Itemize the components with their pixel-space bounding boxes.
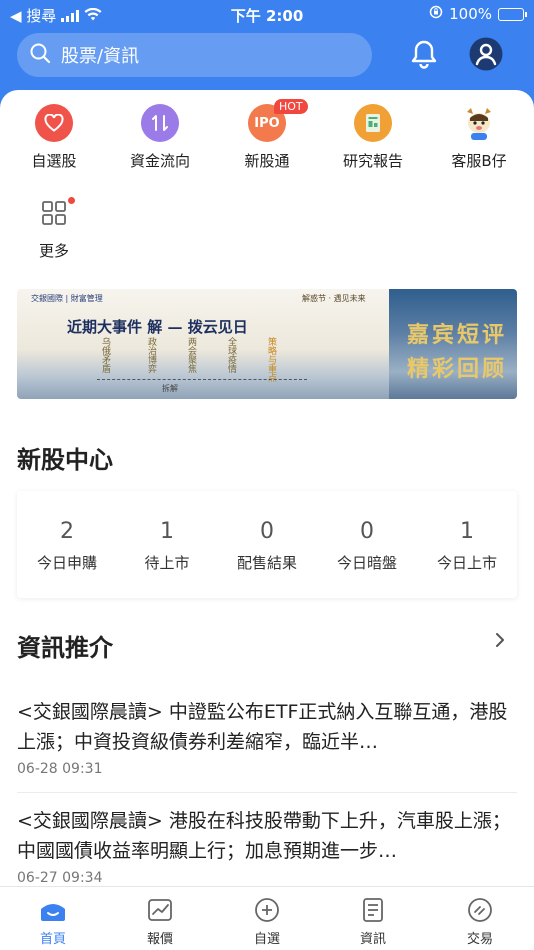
quick-item-label: 更多 (38, 242, 69, 260)
search-placeholder: 股票/資訊 (61, 46, 140, 67)
search-icon (29, 42, 51, 69)
news-item-title: <交銀國際晨讀> 港股在科技股帶動下上升，汽車股上漲；中國國債收益率明顯上行；加… (17, 810, 511, 862)
ipo-stat-value: 0 (260, 519, 274, 544)
quick-item-label: 研究報告 (342, 152, 403, 170)
news-doc-icon (359, 896, 387, 924)
battery-percent: 100% (449, 5, 492, 23)
news-item-title: <交銀國際晨讀> 中證監公布ETF正式納入互聯互通，港股上漲；中資投資級債券利差… (17, 701, 508, 753)
banner-right-panel: 嘉宾短评 精彩回顾 (389, 289, 517, 399)
tab-watchlist[interactable]: 自選 (214, 887, 320, 947)
banner-right-text: 嘉宾短评 (406, 322, 507, 348)
battery-icon (498, 7, 527, 21)
chevron-right-icon[interactable] (494, 630, 506, 655)
banner-topic: 策略与重点 (266, 337, 276, 382)
banner-topic: 乌俄矛盾 (100, 337, 110, 373)
banner-timeline (97, 379, 307, 380)
banner-topic: 两会聚焦 (186, 337, 196, 373)
tab-label: 報價 (146, 932, 173, 947)
promo-banner[interactable]: 交銀國際 | 財富管理 解惑节 · 遇见未来 近期大事件 解 — 拨云见日 乌俄… (17, 289, 517, 399)
news-item[interactable]: <交銀國際晨讀> 港股在科技股帶動下上升，汽車股上漲；中國國債收益率明顯上行；加… (17, 806, 517, 886)
ipo-stat-value: 1 (160, 519, 174, 544)
tab-trade[interactable]: 交易 (427, 887, 533, 947)
banner-topic: 政治博弈 (146, 337, 156, 373)
quick-item-label: 自選股 (31, 152, 77, 170)
quick-item-ipo[interactable]: IPO HOT 新股通 (217, 99, 317, 171)
fund-flow-icon (141, 104, 179, 142)
banner-title: 近期大事件 解 — 拨云见日 (67, 318, 248, 336)
ipo-stat-value: 0 (360, 519, 374, 544)
ipo-stat-label: 今日申購 (36, 554, 97, 572)
banner-brand-right: 解惑节 · 遇见未来 (302, 294, 366, 303)
banner-topic: 全球疫情 (226, 337, 236, 373)
news-section-title: 資訊推介 (17, 634, 113, 662)
ipo-center-title: 新股中心 (17, 446, 113, 474)
search-bar[interactable]: 股票/資訊 (17, 33, 372, 77)
banner-brand: 交銀國際 | 財富管理 (31, 294, 103, 303)
quick-item-label: 客服B仔 (451, 152, 507, 170)
quote-chart-icon (146, 896, 174, 924)
ipo-stat[interactable]: 1 待上市 (117, 491, 217, 573)
orientation-lock-icon (429, 5, 443, 23)
news-divider (17, 792, 517, 793)
tab-quotes[interactable]: 報價 (107, 887, 213, 947)
more-red-dot (68, 197, 75, 204)
tab-news[interactable]: 資訊 (320, 887, 426, 947)
quick-item-label: 資金流向 (129, 152, 190, 170)
ipo-stat[interactable]: 0 今日暗盤 (317, 491, 417, 573)
ipo-stat-value: 2 (60, 519, 74, 544)
tab-label: 首頁 (39, 932, 66, 947)
quick-item-more[interactable]: 更多 (4, 194, 104, 261)
hot-badge: HOT (274, 99, 308, 114)
ipo-stat-label: 待上市 (144, 554, 190, 572)
ipo-stat[interactable]: 0 配售結果 (217, 491, 317, 573)
add-circle-icon (253, 896, 281, 924)
news-item-time: 06-27 09:34 (17, 870, 103, 886)
bottom-tab-bar: 首頁 報價 自選 資訊 交易 (0, 886, 534, 950)
tab-label: 交易 (466, 932, 493, 947)
news-item-time: 06-28 09:31 (17, 761, 103, 777)
tab-label: 資訊 (359, 932, 386, 947)
heart-icon (35, 104, 73, 142)
quick-item-customer-service[interactable]: 客服B仔 (429, 104, 529, 171)
ipo-stat-label: 配售結果 (236, 554, 297, 572)
quick-item-label: 新股通 (244, 152, 290, 170)
ipo-stat-value: 1 (460, 519, 474, 544)
status-right: 100% (429, 5, 527, 23)
ipo-stat[interactable]: 2 今日申購 (17, 491, 117, 573)
quick-item-research[interactable]: 研究報告 (323, 104, 423, 171)
banner-timeline-label: 拆解 (162, 384, 178, 393)
quick-item-fund-flow[interactable]: 資金流向 (110, 104, 210, 171)
home-icon (39, 896, 67, 924)
ipo-stat-label: 今日上市 (436, 554, 497, 572)
profile-avatar-icon[interactable] (469, 37, 503, 71)
banner-right-text: 精彩回顾 (406, 356, 507, 382)
tab-home[interactable]: 首頁 (0, 887, 106, 947)
status-bar: ◀ 搜尋 下午 2:00 100% (0, 0, 534, 28)
ipo-stat-label: 今日暗盤 (336, 554, 397, 572)
trade-icon (466, 896, 494, 924)
quick-item-watchlist[interactable]: 自選股 (4, 104, 104, 171)
news-item[interactable]: <交銀國際晨讀> 中證監公布ETF正式納入互聯互通，港股上漲；中資投資級債券利差… (17, 697, 517, 777)
tab-label: 自選 (253, 932, 280, 947)
notification-bell-icon[interactable] (407, 37, 441, 71)
ipo-stat[interactable]: 1 今日上市 (417, 491, 517, 573)
mascot-icon (460, 104, 498, 142)
ipo-center-card: 2 今日申購 1 待上市 0 配售結果 0 今日暗盤 1 今日上市 (17, 491, 517, 598)
report-icon (354, 104, 392, 142)
